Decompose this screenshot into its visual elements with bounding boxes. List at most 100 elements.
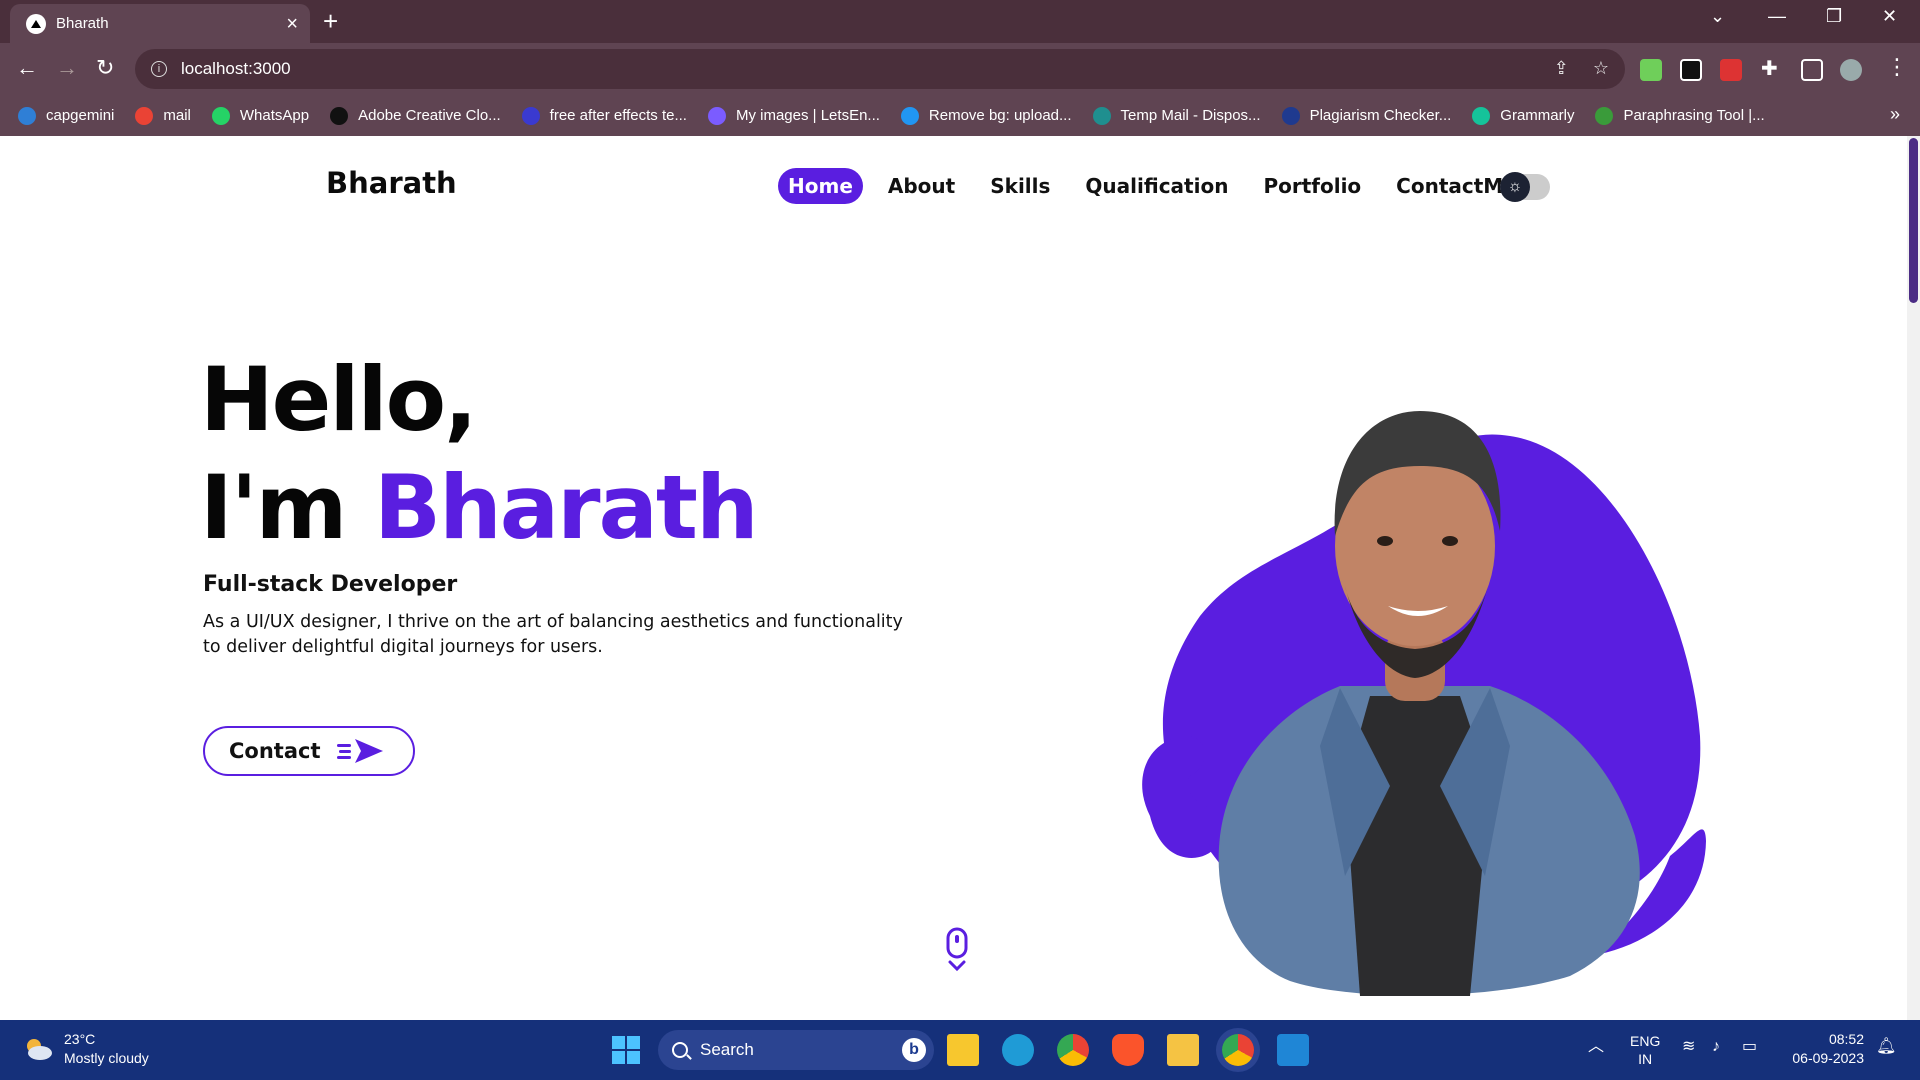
language-indicator[interactable]: ENG IN xyxy=(1630,1032,1660,1068)
bookmark-item[interactable]: Remove bg: upload... xyxy=(900,106,1072,125)
clock-time: 08:52 xyxy=(1828,1031,1864,1047)
battery-icon[interactable]: ▭ xyxy=(1742,1038,1757,1056)
bookmark-favicon-icon xyxy=(1595,106,1614,125)
forward-icon[interactable]: → xyxy=(56,56,78,80)
reload-icon[interactable]: ↻ xyxy=(96,56,114,80)
bookmark-favicon-icon xyxy=(1092,106,1111,125)
main-nav: Home About Skills Qualification Portfolio Con… xyxy=(778,168,1542,204)
file-explorer-icon[interactable] xyxy=(1167,1034,1199,1066)
taskbar-search-input[interactable]: Search b xyxy=(658,1030,934,1070)
hero-intro: I'm Bharath xyxy=(200,454,759,562)
nav-item-qualification[interactable]: Qualification xyxy=(1075,168,1238,204)
minimize-icon[interactable]: — xyxy=(1768,6,1786,27)
lang-bottom: IN xyxy=(1638,1051,1653,1067)
bookmark-label: Temp Mail - Dispos... xyxy=(1120,107,1261,124)
address-input[interactable]: i localhost:3000 ⇪ ☆ xyxy=(135,49,1625,89)
windows-taskbar: 23°C Mostly cloudy Search b ︿ ENG IN ≋ ♪… xyxy=(0,1020,1920,1080)
weather-desc: Mostly cloudy xyxy=(64,1050,149,1066)
bookmark-item[interactable]: free after effects te... xyxy=(521,106,687,125)
cloudy-weather-icon xyxy=(27,1039,52,1060)
tab-search-icon[interactable]: ⌄ xyxy=(1710,6,1725,27)
taskbar-clock[interactable]: 08:52 06-09-2023 xyxy=(1792,1030,1864,1068)
bookmark-item[interactable]: mail xyxy=(135,106,191,125)
profile-avatar[interactable] xyxy=(1840,59,1862,81)
bookmark-label: Grammarly xyxy=(1500,107,1575,124)
sticky-notes-icon[interactable] xyxy=(947,1034,979,1066)
weather-temp: 23°C xyxy=(64,1031,96,1047)
bookmark-label: My images | LetsEn... xyxy=(735,107,880,124)
bookmark-favicon-icon xyxy=(1472,106,1491,125)
browser-tab[interactable]: Bharath × xyxy=(10,4,310,43)
bookmark-label: WhatsApp xyxy=(239,107,310,124)
bookmark-label: mail xyxy=(163,107,191,124)
edge-browser-icon[interactable] xyxy=(1002,1034,1034,1066)
tray-chevron-up-icon[interactable]: ︿ xyxy=(1588,1038,1604,1056)
taskbar-search-placeholder: Search xyxy=(700,1040,754,1059)
bookmark-favicon-icon xyxy=(211,106,230,125)
bookmark-item[interactable]: Paraphrasing Tool |... xyxy=(1595,106,1765,125)
bookmark-item[interactable]: Temp Mail - Dispos... xyxy=(1092,106,1261,125)
bookmark-item[interactable]: Grammarly xyxy=(1472,106,1575,125)
bookmark-label: free after effects te... xyxy=(549,107,687,124)
windows-start-icon[interactable] xyxy=(610,1034,642,1066)
tab-title: Bharath xyxy=(56,15,109,32)
bookmark-star-icon[interactable]: ☆ xyxy=(1593,58,1609,79)
hero-name: Bharath xyxy=(374,456,759,559)
bing-icon[interactable]: b xyxy=(902,1038,926,1062)
hero-portrait-blob xyxy=(1142,411,1706,996)
site-logo[interactable]: Bharath xyxy=(326,166,457,200)
lang-top: ENG xyxy=(1630,1033,1661,1049)
weather-widget[interactable]: 23°C Mostly cloudy xyxy=(22,1030,149,1068)
nav-item-skills[interactable]: Skills xyxy=(980,168,1060,204)
brave-browser-icon[interactable] xyxy=(1112,1034,1144,1066)
new-tab-button[interactable]: + xyxy=(323,8,338,34)
site-info-icon[interactable]: i xyxy=(151,61,167,77)
tab-close-icon[interactable]: × xyxy=(286,14,298,34)
address-text: localhost:3000 xyxy=(181,59,291,78)
side-panel-icon[interactable] xyxy=(1801,59,1823,81)
contact-button[interactable]: Contact xyxy=(203,726,415,776)
bookmark-item[interactable]: Adobe Creative Clo... xyxy=(330,106,501,125)
nav-item-portfolio[interactable]: Portfolio xyxy=(1253,168,1371,204)
bookmark-label: capgemini xyxy=(46,107,115,124)
browser-tab-bar: Bharath × + ⌄ — ❐ ✕ xyxy=(0,0,1920,43)
restore-icon[interactable]: ❐ xyxy=(1826,6,1842,27)
page-viewport: Bharath Home About Skills Qualification Port… xyxy=(0,136,1920,1020)
bookmarks-bar: capgemini mail WhatsApp Adobe Creative Clo.… xyxy=(0,95,1920,136)
volume-icon[interactable]: ♪ xyxy=(1712,1038,1720,1056)
browser-menu-icon[interactable]: ⋮ xyxy=(1886,55,1908,79)
extension-2-icon[interactable] xyxy=(1680,59,1702,81)
bookmark-item[interactable]: WhatsApp xyxy=(211,106,310,125)
search-icon xyxy=(672,1042,688,1058)
bookmark-item[interactable]: My images | LetsEn... xyxy=(707,106,880,125)
bookmark-favicon-icon xyxy=(900,106,919,125)
extension-3-icon[interactable] xyxy=(1720,59,1742,81)
bookmark-label: Adobe Creative Clo... xyxy=(358,107,501,124)
bookmark-favicon-icon xyxy=(18,106,36,125)
nav-item-home[interactable]: Home xyxy=(778,168,863,204)
bookmark-item[interactable]: capgemini xyxy=(18,106,115,125)
hero-description: As a UI/UX designer, I thrive on the art… xyxy=(203,612,903,657)
notification-bell-icon[interactable]: 🔔︎ xyxy=(1876,1038,1896,1056)
bookmark-favicon-icon xyxy=(135,106,154,125)
extension-1-icon[interactable] xyxy=(1640,59,1662,81)
theme-toggle[interactable]: ☼ xyxy=(1500,172,1550,202)
scroll-down-mouse-icon[interactable] xyxy=(942,926,972,974)
close-window-icon[interactable]: ✕ xyxy=(1882,6,1897,27)
send-arrow-icon xyxy=(336,739,383,763)
scrollbar-thumb[interactable] xyxy=(1909,138,1918,303)
chrome-active-icon[interactable] xyxy=(1222,1034,1254,1066)
extensions-puzzle-icon[interactable]: ✚ xyxy=(1761,57,1778,81)
clock-date: 06-09-2023 xyxy=(1792,1050,1864,1066)
page-scrollbar[interactable] xyxy=(1907,136,1920,1020)
bookmark-label: Remove bg: upload... xyxy=(928,107,1072,124)
nav-item-about[interactable]: About xyxy=(878,168,965,204)
more-bookmarks-icon[interactable]: » xyxy=(1890,104,1900,125)
bookmark-item[interactable]: Plagiarism Checker... xyxy=(1281,106,1451,125)
wifi-icon[interactable]: ≋ xyxy=(1682,1038,1695,1056)
share-icon[interactable]: ⇪ xyxy=(1554,58,1569,79)
chrome-icon[interactable] xyxy=(1057,1034,1089,1066)
contact-button-label: Contact xyxy=(229,739,321,763)
vscode-icon[interactable] xyxy=(1277,1034,1309,1066)
back-icon[interactable]: ← xyxy=(16,56,38,80)
